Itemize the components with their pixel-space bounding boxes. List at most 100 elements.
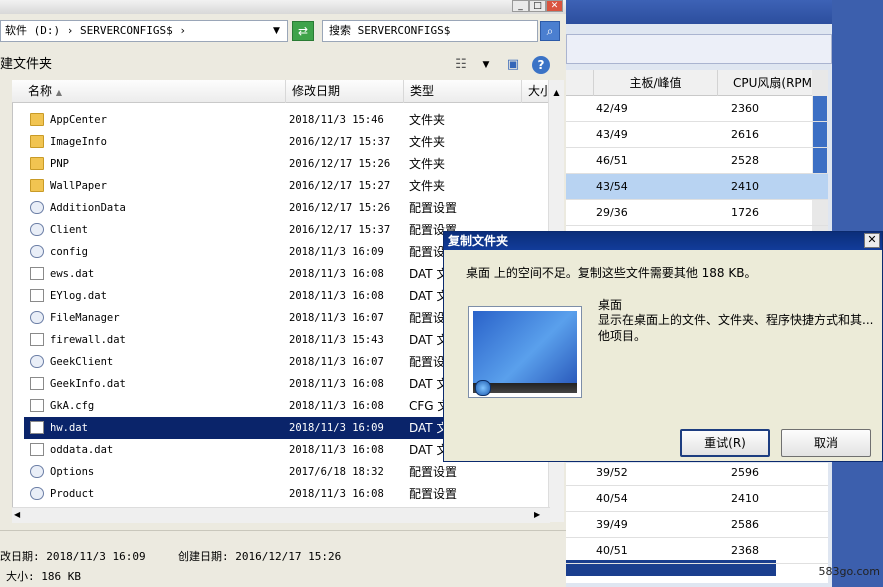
column-type[interactable]: 类型 bbox=[404, 80, 522, 103]
file-row[interactable]: Product 2018/11/3 16:08 配置设置 bbox=[24, 483, 548, 505]
refresh-go-icon[interactable]: ⇄ bbox=[292, 21, 314, 41]
search-input[interactable]: 搜索 SERVERCONFIGS$ bbox=[322, 20, 538, 42]
file-date: 2016/12/17 15:26 bbox=[289, 202, 391, 214]
file-type: 文件夹 bbox=[409, 157, 446, 171]
sensor-row[interactable]: 46/51 2528 bbox=[566, 148, 828, 174]
board-temp: 43/49 bbox=[596, 128, 628, 141]
cancel-button[interactable]: 取消 bbox=[781, 429, 871, 457]
file-type: 配置设 bbox=[409, 245, 446, 259]
cpu-fan-rpm: 2596 bbox=[731, 466, 759, 479]
file-row[interactable]: AdditionData 2016/12/17 15:26 配置设置 bbox=[24, 197, 548, 219]
sensor-row[interactable]: 29/36 1726 bbox=[566, 200, 828, 226]
column-date[interactable]: 修改日期 bbox=[286, 80, 404, 103]
file-date: 2017/6/18 18:32 bbox=[289, 466, 384, 478]
file-name: firewall.dat bbox=[50, 334, 126, 346]
file-list-header: 名称 ▲ 修改日期 类型 大小 bbox=[12, 80, 550, 103]
sensor-row[interactable]: 39/52 2596 bbox=[566, 460, 828, 486]
sensor-row[interactable]: 40/51 2368 bbox=[566, 538, 828, 564]
file-type: 文件夹 bbox=[409, 135, 446, 149]
address-path: 软件 (D:) › SERVERCONFIGS$ › bbox=[5, 24, 186, 37]
scroll-left-icon[interactable]: ◀ bbox=[14, 510, 26, 520]
board-temp: 40/51 bbox=[596, 544, 628, 557]
file-date: 2018/11/3 16:08 bbox=[289, 268, 384, 280]
file-date: 2018/11/3 16:07 bbox=[289, 356, 384, 368]
preview-pane-icon[interactable]: ▣ bbox=[504, 56, 522, 74]
help-icon[interactable]: ? bbox=[532, 56, 550, 74]
cpu-fan-rpm: 2368 bbox=[731, 544, 759, 557]
dialog-close-icon[interactable]: ✕ bbox=[864, 233, 880, 248]
close-button[interactable]: ✕ bbox=[546, 0, 563, 12]
file-row[interactable]: WallPaper 2016/12/17 15:27 文件夹 bbox=[24, 175, 548, 197]
cpu-fan-rpm: 2410 bbox=[731, 492, 759, 505]
sensor-row[interactable]: 39/49 2586 bbox=[566, 512, 828, 538]
board-temp: 43/54 bbox=[596, 180, 628, 193]
file-row[interactable]: ImageInfo 2016/12/17 15:37 文件夹 bbox=[24, 131, 548, 153]
file-date: 2018/11/3 15:43 bbox=[289, 334, 384, 346]
dialog-message: 桌面 上的空间不足。复制这些文件需要其他 188 KB。 bbox=[466, 266, 757, 280]
column-name[interactable]: 名称 ▲ bbox=[22, 80, 286, 103]
retry-button[interactable]: 重试(R) bbox=[680, 429, 770, 457]
file-row[interactable]: Options 2017/6/18 18:32 配置设置 bbox=[24, 461, 548, 483]
file-type: 配置设置 bbox=[409, 201, 458, 215]
desktop-wallpaper bbox=[473, 311, 577, 389]
file-date: 2018/11/3 15:46 bbox=[289, 114, 384, 126]
cpu-fan-rpm: 2586 bbox=[731, 518, 759, 531]
search-icon[interactable]: ⌕ bbox=[540, 21, 560, 41]
file-name: WallPaper bbox=[50, 180, 107, 192]
view-options-icon[interactable]: ☷ bbox=[452, 56, 470, 74]
config-file-icon bbox=[30, 355, 44, 368]
column-size[interactable]: 大小 bbox=[522, 80, 550, 103]
created-date: 创建日期: 2016/12/17 15:26 bbox=[178, 550, 342, 563]
view-dropdown-icon[interactable]: ▼ bbox=[480, 56, 492, 74]
file-type: 配置设 bbox=[409, 355, 446, 369]
file-date: 2018/11/3 16:08 bbox=[289, 290, 384, 302]
sensor-row[interactable]: 42/49 2360 bbox=[566, 96, 828, 122]
file-date: 2016/12/17 15:37 bbox=[289, 136, 391, 148]
board-temp: 39/49 bbox=[596, 518, 628, 531]
file-icon bbox=[30, 289, 44, 302]
watermark: 583go.com bbox=[818, 565, 880, 578]
sensor-row[interactable]: 43/54 2410 bbox=[566, 174, 828, 200]
file-row[interactable]: AppCenter 2018/11/3 15:46 文件夹 bbox=[24, 109, 548, 131]
scroll-up-icon[interactable]: ▲ bbox=[551, 88, 562, 98]
maximize-button[interactable]: □ bbox=[529, 0, 546, 12]
file-name: Options bbox=[50, 466, 95, 478]
file-date: 2018/11/3 16:07 bbox=[289, 312, 384, 324]
file-size: 大小: 186 KB bbox=[6, 570, 81, 583]
config-file-icon bbox=[30, 223, 44, 236]
file-name: Product bbox=[50, 488, 95, 500]
location-description: 显示在桌面上的文件、文件夹、程序快捷方式和其... 他项目。 bbox=[598, 313, 874, 343]
config-file-icon bbox=[30, 465, 44, 478]
file-date: 2018/11/3 16:08 bbox=[289, 488, 384, 500]
folder-icon bbox=[30, 179, 44, 192]
sensor-row[interactable]: 40/54 2410 bbox=[566, 486, 828, 512]
file-row[interactable]: PNP 2016/12/17 15:26 文件夹 bbox=[24, 153, 548, 175]
scroll-right-icon[interactable]: ▶ bbox=[534, 510, 546, 520]
file-list-hscrollbar[interactable]: ◀ ▶ bbox=[12, 507, 550, 523]
file-name: GeekInfo.dat bbox=[50, 378, 126, 390]
config-file-icon bbox=[30, 201, 44, 214]
file-name: GeekClient bbox=[50, 356, 114, 368]
modified-date: 改日期: 2018/11/3 16:09 bbox=[0, 550, 146, 563]
file-icon bbox=[30, 443, 44, 456]
file-icon bbox=[30, 377, 44, 390]
address-dropdown-icon[interactable]: ▼ bbox=[273, 21, 280, 41]
file-name: PNP bbox=[50, 158, 69, 170]
grid-header-board[interactable]: 主板/峰值 bbox=[594, 70, 718, 96]
file-date: 2018/11/3 16:08 bbox=[289, 378, 384, 390]
column-name-label: 名称 bbox=[28, 84, 53, 98]
minimize-button[interactable]: _ bbox=[512, 0, 529, 12]
file-name: hw.dat bbox=[50, 422, 88, 434]
file-icon bbox=[30, 421, 44, 434]
file-date: 2016/12/17 15:37 bbox=[289, 224, 391, 236]
file-name: AppCenter bbox=[50, 114, 107, 126]
new-folder-button[interactable]: 建文件夹 bbox=[0, 52, 52, 78]
desktop-thumbnail bbox=[468, 306, 582, 398]
file-date: 2018/11/3 16:09 bbox=[289, 246, 384, 258]
address-bar[interactable]: 软件 (D:) › SERVERCONFIGS$ › ▼ bbox=[0, 20, 288, 42]
config-file-icon bbox=[30, 245, 44, 258]
sensor-row[interactable]: 43/49 2616 bbox=[566, 122, 828, 148]
file-name: oddata.dat bbox=[50, 444, 114, 456]
file-date: 2016/12/17 15:27 bbox=[289, 180, 391, 192]
board-temp: 29/36 bbox=[596, 206, 628, 219]
